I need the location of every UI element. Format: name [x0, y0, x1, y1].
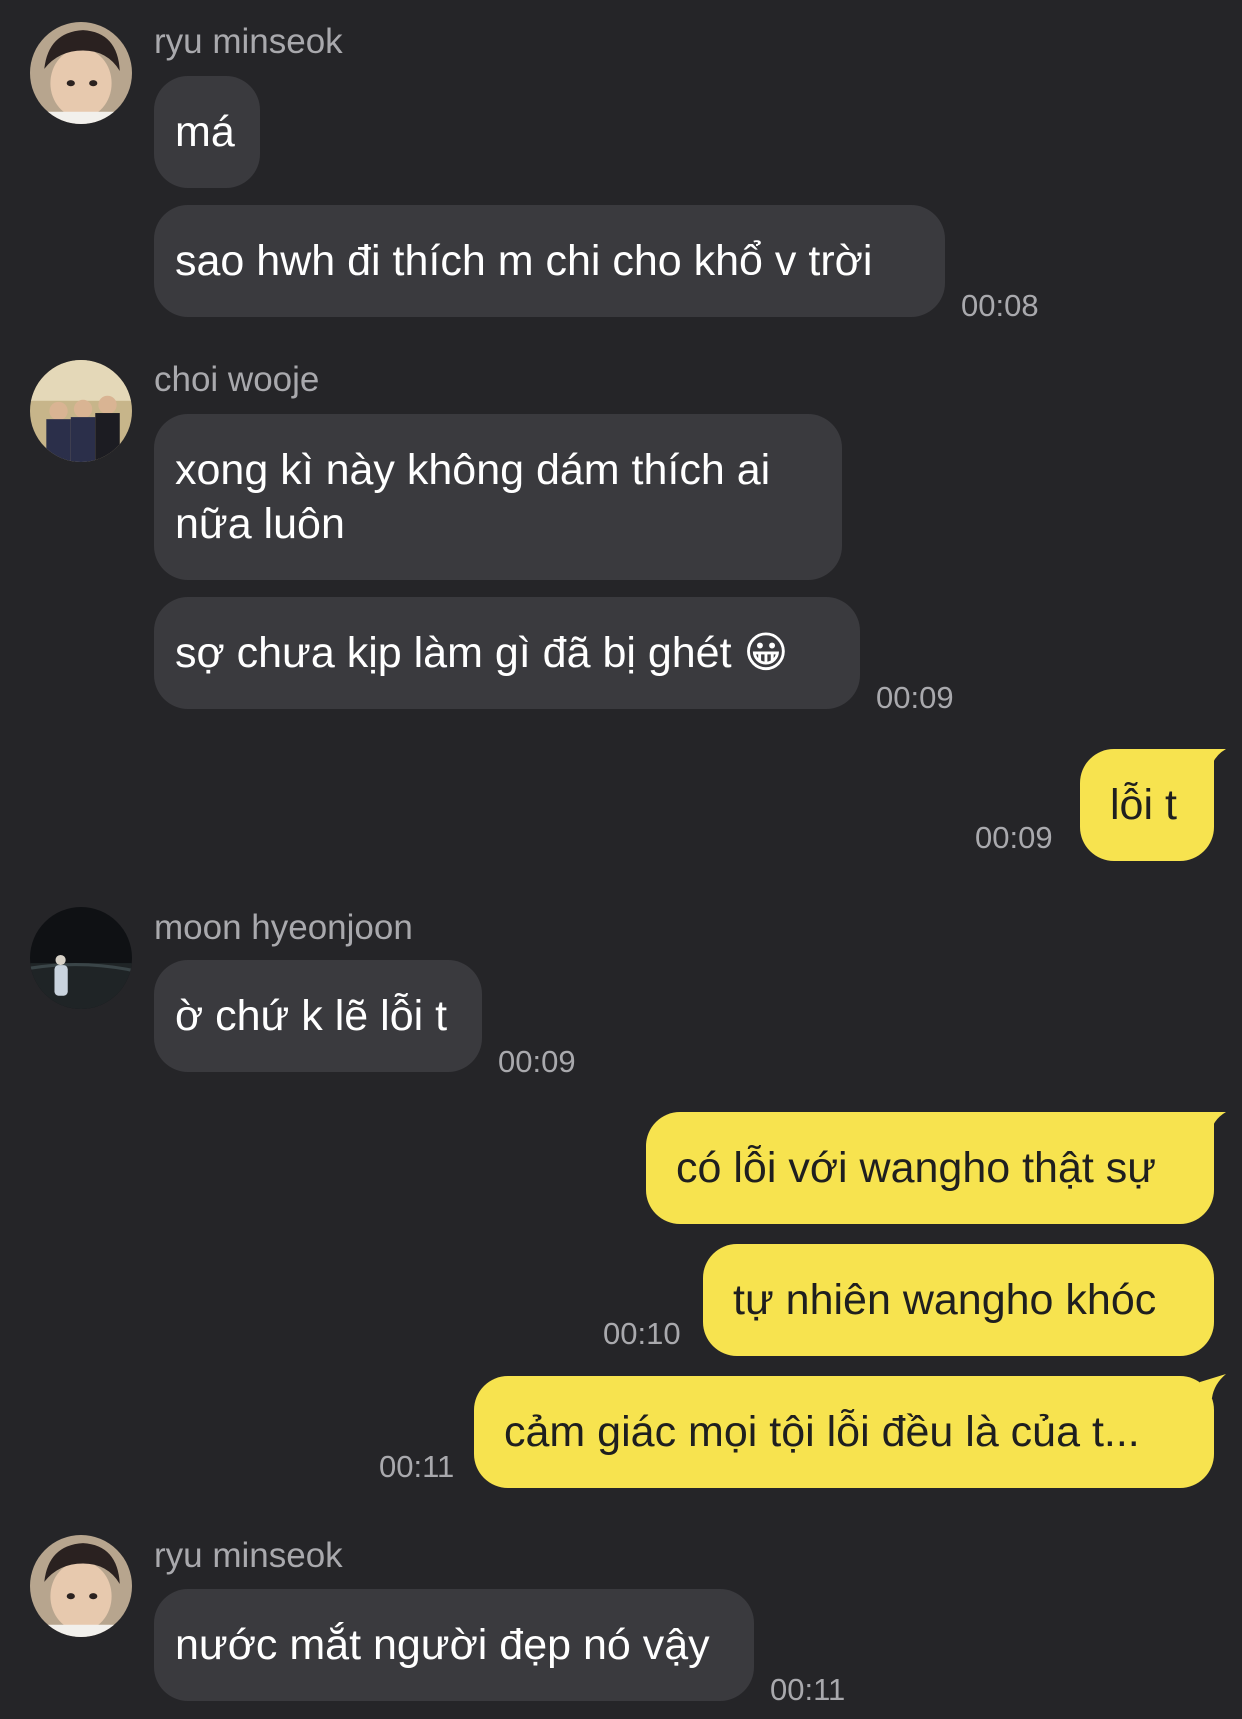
message-timestamp: 00:11 — [770, 1672, 846, 1707]
outgoing-message-bubble[interactable]: cảm giác mọi tội lỗi đều là của t... — [474, 1374, 1226, 1488]
message-line: xong kì này không dám thích ai — [175, 446, 771, 494]
incoming-message-bubble[interactable]: ờ chứ k lẽ lỗi t — [154, 960, 482, 1072]
message-text: nước mắt người đẹp nó vậy — [175, 1621, 710, 1669]
message-timestamp: 00:09 — [498, 1044, 576, 1079]
bubble-tail-icon — [1200, 1112, 1226, 1136]
incoming-message-bubble[interactable]: má — [154, 76, 260, 188]
incoming-message-bubble[interactable]: nước mắt người đẹp nó vậy — [154, 1589, 754, 1701]
sender-name: choi wooje — [154, 360, 320, 399]
incoming-message-bubble[interactable]: sợ chưa kịp làm gì đã bị ghét 😀 — [154, 597, 860, 709]
message-text: sợ chưa kịp làm gì đã bị ghét 😀 — [175, 629, 789, 677]
outgoing-message-bubble[interactable]: lỗi t — [1080, 749, 1226, 861]
sender-name: ryu minseok — [154, 1536, 343, 1575]
message-text: sao hwh đi thích m chi cho khổ v trời — [175, 237, 873, 285]
message-line: nữa luôn — [175, 500, 345, 548]
message-timestamp: 00:09 — [876, 680, 954, 715]
bubble-tail-icon — [1200, 749, 1226, 773]
incoming-message-bubble[interactable]: sao hwh đi thích m chi cho khổ v trời — [154, 205, 945, 317]
avatar-choi-wooje[interactable] — [30, 360, 132, 462]
avatar-ryu-minseok[interactable] — [30, 22, 132, 124]
message-text: lỗi t — [1110, 781, 1177, 829]
message-text: cảm giác mọi tội lỗi đều là của t... — [504, 1408, 1140, 1456]
avatar-ryu-minseok[interactable] — [30, 1535, 132, 1637]
avatar-moon-hyeonjoon[interactable] — [30, 907, 132, 1009]
message-text: tự nhiên wangho khóc — [733, 1276, 1157, 1324]
sender-name: ryu minseok — [154, 22, 343, 61]
message-timestamp: 00:11 — [379, 1449, 455, 1484]
outgoing-message-bubble[interactable]: có lỗi với wangho thật sự — [646, 1112, 1226, 1224]
message-timestamp: 00:08 — [961, 288, 1039, 323]
message-text: ờ chứ k lẽ lỗi t — [175, 992, 448, 1040]
message-timestamp: 00:10 — [603, 1316, 681, 1351]
message-text: má — [175, 108, 235, 156]
sender-name: moon hyeonjoon — [154, 908, 413, 947]
message-timestamp: 00:09 — [975, 820, 1053, 855]
message-text: có lỗi với wangho thật sự — [676, 1144, 1157, 1192]
bubble-tail-icon — [1200, 1374, 1226, 1398]
incoming-message-bubble[interactable]: xong kì này không dám thích ai nữa luôn — [154, 414, 842, 580]
outgoing-message-bubble[interactable]: tự nhiên wangho khóc — [703, 1244, 1214, 1356]
